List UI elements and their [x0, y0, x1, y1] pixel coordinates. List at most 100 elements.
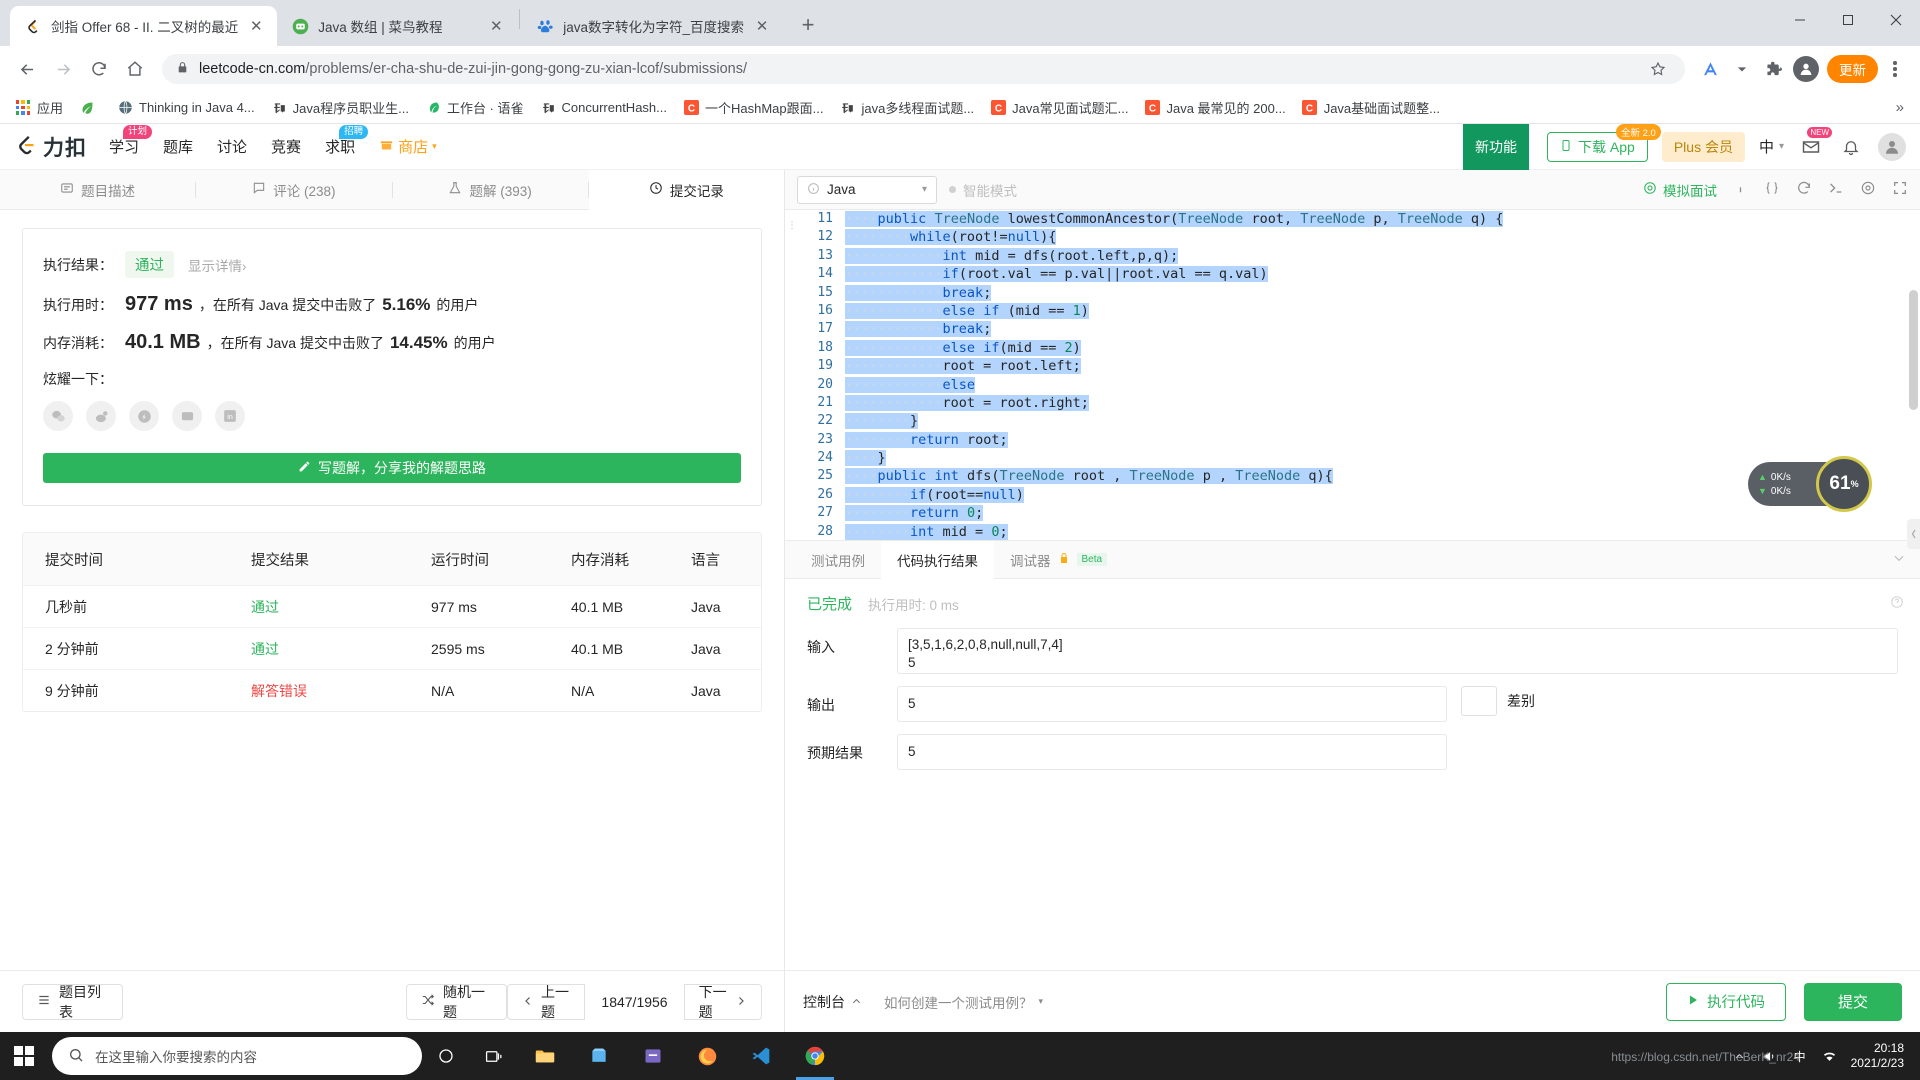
reset-icon[interactable] — [1796, 180, 1812, 199]
translate-icon[interactable] — [1695, 54, 1725, 84]
braces-icon[interactable] — [1764, 180, 1780, 199]
tab-testcase[interactable]: 测试用例 — [795, 541, 881, 579]
tab-close-icon[interactable]: ✕ — [753, 17, 771, 35]
bookmark-1[interactable] — [72, 97, 108, 119]
nav-item-problems[interactable]: 题库 — [163, 136, 193, 157]
console-icon[interactable] — [1828, 180, 1844, 199]
code-line[interactable]: 16 ············else if (mid == 1) — [799, 302, 1920, 320]
editor-scrollbar[interactable] — [1909, 290, 1918, 410]
nav-item-contest[interactable]: 竞赛 — [271, 136, 301, 157]
problem-list-button[interactable]: 题目列表 — [22, 983, 123, 1020]
bookmark-3[interactable]: Java程序员职业生... — [264, 95, 416, 120]
tab-submissions[interactable]: 提交记录 — [588, 169, 784, 210]
extensions-icon[interactable] — [1759, 54, 1789, 84]
code-line[interactable]: 27 ········return 0; — [799, 504, 1920, 522]
table-row[interactable]: 9 分钟前 解答错误 N/A N/A Java — [23, 669, 761, 711]
bookmark-5[interactable]: ConcurrentHash... — [533, 97, 675, 119]
code-line[interactable]: 21 ············root = root.right; — [799, 394, 1920, 412]
browser-tab-1[interactable]: Java 数组 | 菜鸟教程 ✕ — [277, 6, 518, 46]
bookmarks-overflow-icon[interactable]: » — [1888, 97, 1912, 118]
code-line[interactable]: 22 ········} — [799, 412, 1920, 430]
smart-mode-toggle[interactable]: 智能模式 — [949, 180, 1017, 200]
browser-tab-0[interactable]: 剑指 Offer 68 - II. 二叉树的最近 ✕ — [10, 6, 278, 46]
code-line[interactable]: 11 ····public TreeNode lowestCommonAncest… — [799, 210, 1920, 228]
tab-run-result[interactable]: 代码执行结果 — [881, 540, 994, 579]
nav-item-jobs[interactable]: 求职 招聘 — [325, 125, 369, 157]
update-button[interactable]: 更新 — [1827, 55, 1878, 83]
app-icon[interactable] — [626, 1032, 680, 1080]
language-selector[interactable]: 中 — [1759, 136, 1784, 157]
tab-close-icon[interactable]: ✕ — [487, 17, 505, 35]
diff-toggle[interactable]: 差别 — [1461, 686, 1535, 716]
new-feature-banner[interactable]: 新功能 — [1463, 124, 1530, 170]
start-button[interactable] — [0, 1032, 48, 1080]
bookmark-apps[interactable]: 应用 — [8, 95, 70, 120]
notification-bell-icon[interactable] — [1838, 134, 1864, 160]
code-line[interactable]: 12 ········while(root!=null){ — [799, 228, 1920, 246]
message-icon[interactable]: NEW — [1798, 126, 1832, 160]
nav-item-study[interactable]: 学习 计划 — [109, 125, 153, 157]
nav-item-shop[interactable]: 商店 — [379, 136, 437, 157]
nav-item-discuss[interactable]: 讨论 — [217, 136, 247, 157]
store-icon[interactable] — [572, 1032, 626, 1080]
code-line[interactable]: 13 ············int mid = dfs(root.left,p,… — [799, 247, 1920, 265]
info-icon[interactable] — [1733, 181, 1748, 199]
tab-description[interactable]: 题目描述 — [0, 170, 195, 210]
linkedin-icon[interactable]: in — [215, 401, 245, 431]
leetcode-logo[interactable]: 力扣 — [14, 132, 87, 162]
maximize-icon[interactable] — [1824, 0, 1872, 40]
code-line[interactable]: 23 ········return root; — [799, 431, 1920, 449]
table-row[interactable]: 几秒前 通过 977 ms 40.1 MB Java — [23, 585, 761, 627]
bookmark-8[interactable]: C Java常见面试题汇... — [983, 95, 1135, 120]
tab-comments[interactable]: 评论 (238) — [196, 170, 391, 210]
tab-close-icon[interactable]: ✕ — [247, 17, 265, 35]
settings-icon[interactable] — [1860, 180, 1876, 199]
browser-menu-icon[interactable] — [1880, 54, 1910, 84]
cortana-icon[interactable] — [422, 1032, 470, 1080]
language-select[interactable]: Java — [797, 175, 937, 204]
firefox-icon[interactable] — [680, 1032, 734, 1080]
tab-debugger[interactable]: 调试器 Beta — [994, 541, 1123, 579]
table-row[interactable]: 2 分钟前 通过 2595 ms 40.1 MB Java — [23, 627, 761, 669]
profile-icon[interactable] — [1791, 54, 1821, 84]
input-value[interactable]: [3,5,1,6,2,0,8,null,null,7,4] 5 1 — [897, 628, 1898, 674]
explorer-icon[interactable] — [518, 1032, 572, 1080]
bookmark-6[interactable]: C 一个HashMap跟面... — [676, 95, 830, 120]
howto-link[interactable]: 如何创建一个测试用例？ — [884, 992, 1043, 1012]
vscode-icon[interactable] — [734, 1032, 788, 1080]
bookmark-2[interactable]: Thinking in Java 4... — [110, 97, 262, 119]
tab-solutions[interactable]: 题解 (393) — [393, 170, 588, 210]
bookmark-10[interactable]: C Java基础面试题整... — [1295, 95, 1447, 120]
new-tab-button[interactable]: + — [791, 8, 825, 42]
plus-member-button[interactable]: Plus 会员 — [1661, 131, 1745, 162]
wechat-icon[interactable] — [43, 401, 73, 431]
code-line[interactable]: 15 ············break; — [799, 284, 1920, 302]
weibo-icon[interactable] — [86, 401, 116, 431]
mock-interview-button[interactable]: 模拟面试 — [1643, 180, 1717, 200]
console-toggle-button[interactable]: 控制台 — [803, 992, 862, 1012]
chevron-down-icon[interactable] — [1892, 551, 1920, 568]
minimize-icon[interactable] — [1776, 0, 1824, 40]
code-line[interactable]: 24 ····} — [799, 449, 1920, 467]
bookmark-7[interactable]: java多线程面试题... — [832, 95, 981, 120]
bookmark-star-icon[interactable] — [1643, 54, 1673, 84]
close-window-icon[interactable] — [1872, 0, 1920, 40]
run-code-button[interactable]: 执行代码 — [1665, 982, 1786, 1021]
cell-result[interactable]: 通过 — [231, 639, 431, 659]
taskbar-search[interactable]: 在这里输入你要搜索的内容 — [52, 1037, 422, 1075]
taskbar-clock[interactable]: 20:18 2021/2/23 — [1845, 1041, 1914, 1071]
random-problem-button[interactable]: 随机一题 — [406, 983, 507, 1020]
forward-icon[interactable] — [46, 52, 80, 86]
code-line[interactable]: 28 ········int mid = 0; — [799, 523, 1920, 540]
taskview-icon[interactable] — [470, 1032, 518, 1080]
download-app-button[interactable]: 下载 App 全新 2.0 — [1547, 124, 1661, 162]
write-solution-button[interactable]: 写题解，分享我的解题思路 — [43, 453, 741, 483]
chevron-down-icon[interactable] — [1727, 54, 1757, 84]
cell-result[interactable]: 通过 — [231, 597, 431, 617]
submit-button[interactable]: 提交 — [1803, 982, 1902, 1021]
code-editor[interactable]: ⋮ 11 ····public TreeNode lowestCommonAnce… — [785, 210, 1920, 540]
next-problem-button[interactable]: 下一题 — [683, 983, 762, 1020]
back-icon[interactable] — [10, 52, 44, 86]
code-line[interactable]: 17 ············break; — [799, 320, 1920, 338]
show-details-link[interactable]: 显示详情› — [188, 255, 247, 275]
